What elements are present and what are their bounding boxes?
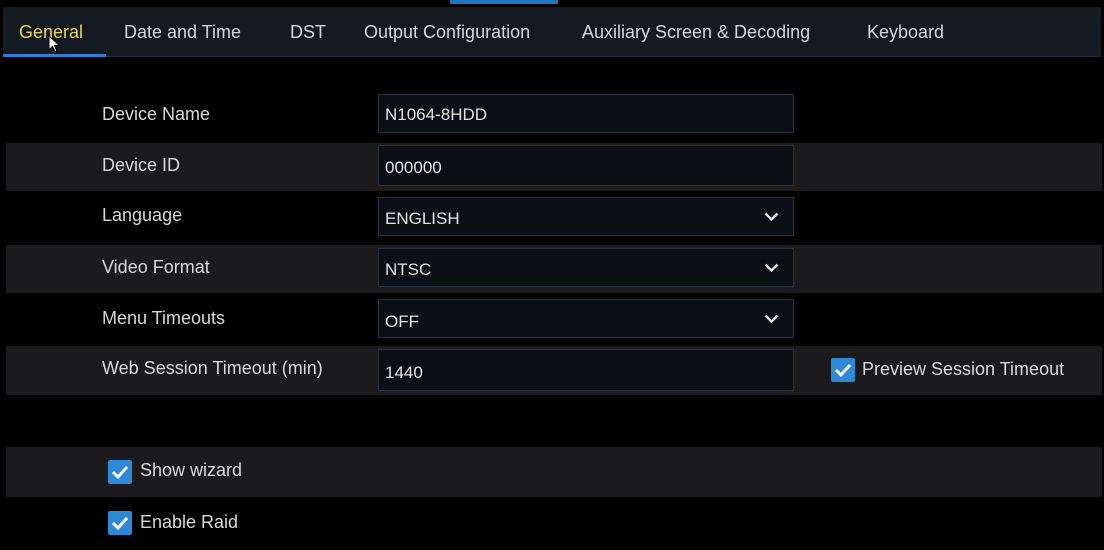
checkmark-icon bbox=[111, 516, 129, 531]
tab-keyboard[interactable]: Keyboard bbox=[867, 7, 944, 56]
language-row: Language ENGLISH bbox=[6, 194, 1102, 242]
device-name-value: N1064-8HDD bbox=[385, 105, 488, 124]
device-name-input[interactable]: N1064-8HDD bbox=[378, 94, 794, 133]
tab-output-configuration[interactable]: Output Configuration bbox=[364, 7, 530, 56]
device-name-row: Device Name N1064-8HDD bbox=[6, 91, 1102, 139]
tab-auxiliary-screen-decoding-label: Auxiliary Screen & Decoding bbox=[582, 22, 811, 42]
chevron-down-icon bbox=[764, 263, 779, 273]
chevron-down-icon bbox=[764, 212, 779, 222]
tab-dst[interactable]: DST bbox=[290, 7, 326, 56]
menu-timeouts-label: Menu Timeouts bbox=[102, 308, 226, 328]
checkmark-icon bbox=[111, 465, 129, 480]
settings-tab-bar: General Date and Time DST Output Configu… bbox=[3, 7, 1101, 57]
device-id-row: Device ID 000000 bbox=[6, 143, 1102, 191]
device-id-value: 000000 bbox=[385, 158, 442, 177]
video-format-label: Video Format bbox=[102, 257, 210, 277]
video-format-row: Video Format NTSC bbox=[6, 245, 1102, 293]
language-value: ENGLISH bbox=[385, 209, 460, 228]
settings-page: General Date and Time DST Output Configu… bbox=[0, 0, 1104, 550]
web-session-timeout-input[interactable]: 1440 bbox=[378, 349, 794, 391]
show-wizard-row: Show wizard bbox=[6, 447, 1102, 497]
menu-timeouts-select[interactable]: OFF bbox=[378, 299, 794, 338]
enable-raid-label: Enable Raid bbox=[140, 512, 239, 532]
language-select[interactable]: ENGLISH bbox=[378, 197, 794, 236]
active-tab-underline bbox=[3, 54, 106, 57]
chevron-down-icon bbox=[764, 314, 779, 324]
menu-timeouts-value: OFF bbox=[385, 312, 419, 331]
preview-session-timeout-label: Preview Session Timeout bbox=[862, 359, 1065, 379]
show-wizard-label: Show wizard bbox=[140, 460, 243, 480]
web-session-timeout-value: 1440 bbox=[385, 363, 423, 382]
tab-keyboard-label: Keyboard bbox=[867, 22, 945, 42]
tab-auxiliary-screen-decoding[interactable]: Auxiliary Screen & Decoding bbox=[582, 7, 810, 56]
device-name-label: Device Name bbox=[102, 104, 211, 124]
menu-timeouts-row: Menu Timeouts OFF bbox=[6, 296, 1102, 344]
preview-session-timeout-checkbox[interactable] bbox=[831, 358, 855, 382]
device-id-label: Device ID bbox=[102, 155, 181, 175]
top-accent-bar bbox=[450, 0, 558, 4]
tab-output-configuration-label: Output Configuration bbox=[364, 22, 531, 42]
tab-date-and-time[interactable]: Date and Time bbox=[124, 7, 241, 56]
tab-date-and-time-label: Date and Time bbox=[124, 22, 242, 42]
web-session-timeout-row: Web Session Timeout (min) 1440 Preview S… bbox=[6, 346, 1102, 395]
enable-raid-checkbox[interactable] bbox=[108, 511, 132, 535]
language-label: Language bbox=[102, 205, 183, 225]
device-id-input[interactable]: 000000 bbox=[378, 145, 794, 186]
enable-raid-row: Enable Raid bbox=[6, 498, 1102, 548]
web-session-timeout-label: Web Session Timeout (min) bbox=[102, 358, 323, 378]
video-format-select[interactable]: NTSC bbox=[378, 248, 794, 287]
checkmark-icon bbox=[834, 363, 852, 378]
tab-dst-label: DST bbox=[290, 22, 326, 42]
video-format-value: NTSC bbox=[385, 260, 432, 279]
mouse-cursor-icon bbox=[48, 35, 61, 53]
show-wizard-checkbox[interactable] bbox=[108, 460, 132, 484]
